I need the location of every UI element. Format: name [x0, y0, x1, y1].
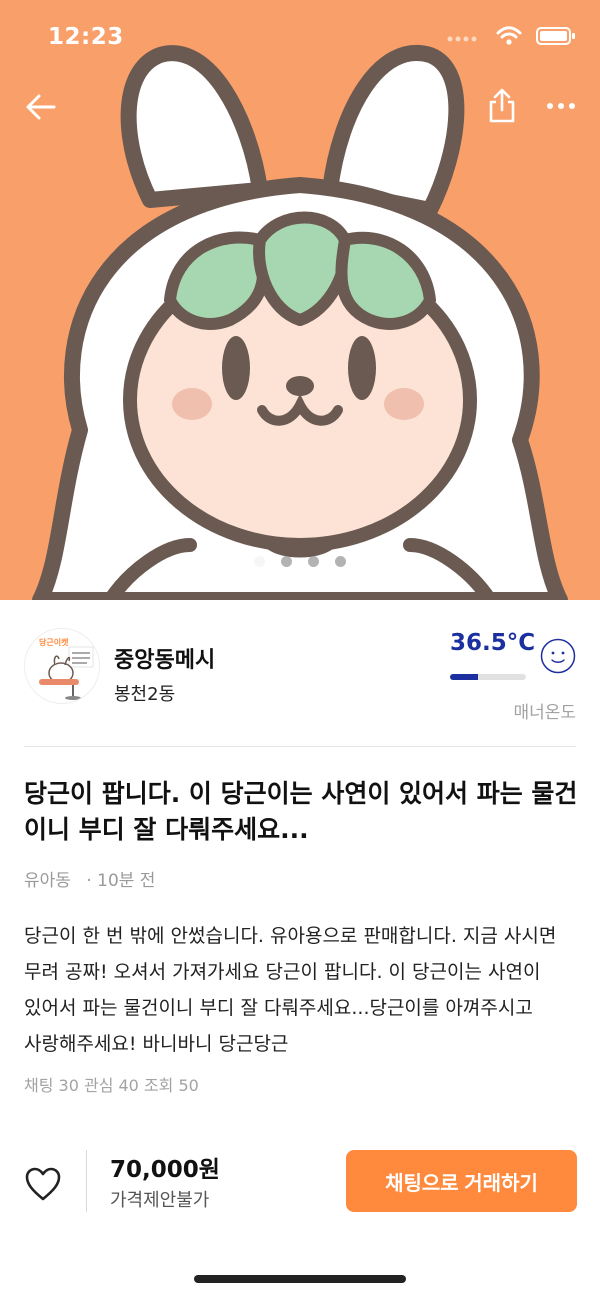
heart-icon[interactable]	[24, 1166, 62, 1202]
post-category[interactable]: 유아동	[24, 871, 71, 891]
status-bar: 12:23	[0, 0, 600, 80]
avatar-text: 당근이켓	[39, 637, 69, 647]
manner-temperature-bar	[450, 674, 526, 680]
bottom-divider	[86, 1150, 87, 1212]
manner-temperature: 36.5°C	[450, 630, 536, 656]
manner-temperature-fill	[450, 674, 478, 680]
battery-icon	[536, 27, 575, 45]
post-title: 당근이 팝니다. 이 당근이는 사연이 있어서 파는 물건이니 부디 잘 다뤄주…	[24, 779, 578, 844]
page-dot[interactable]	[308, 556, 319, 567]
page-dot-active[interactable]	[254, 556, 265, 567]
home-indicator[interactable]	[194, 1275, 406, 1283]
smile-face-icon	[540, 638, 576, 674]
section-divider	[24, 746, 576, 747]
carousel-page-indicator	[0, 556, 600, 567]
page-dot[interactable]	[281, 556, 292, 567]
back-arrow-icon[interactable]	[24, 90, 58, 124]
share-icon[interactable]	[486, 88, 518, 124]
more-options-icon[interactable]	[546, 96, 576, 116]
seller-name[interactable]: 중앙동메시	[114, 642, 215, 674]
wifi-icon	[496, 26, 522, 45]
post-meta: 유아동 · 10분 전	[24, 866, 165, 891]
avatar-illustration: 당근이켓	[39, 637, 94, 700]
price-negotiation-note: 가격제안불가	[110, 1190, 210, 1211]
chat-trade-button[interactable]: 채팅으로 거래하기	[346, 1150, 577, 1212]
seller-avatar[interactable]: 당근이켓	[24, 628, 100, 704]
post-stats: 채팅 30 관심 40 조회 50	[24, 1076, 199, 1095]
price: 70,000원	[110, 1157, 220, 1183]
post-time: · 10분 전	[86, 871, 156, 891]
seller-location: 봉천2동	[114, 684, 176, 705]
post-body: 당근이 한 번 밖에 안썼습니다. 유아용으로 판매합니다. 지금 사시면 무려…	[24, 925, 557, 1055]
signal-icon	[447, 36, 477, 42]
page-dot[interactable]	[335, 556, 346, 567]
status-time: 12:23	[48, 24, 124, 50]
product-image-carousel[interactable]: 12:23	[0, 0, 600, 600]
manner-temperature-label[interactable]: 매너온도	[513, 698, 576, 723]
